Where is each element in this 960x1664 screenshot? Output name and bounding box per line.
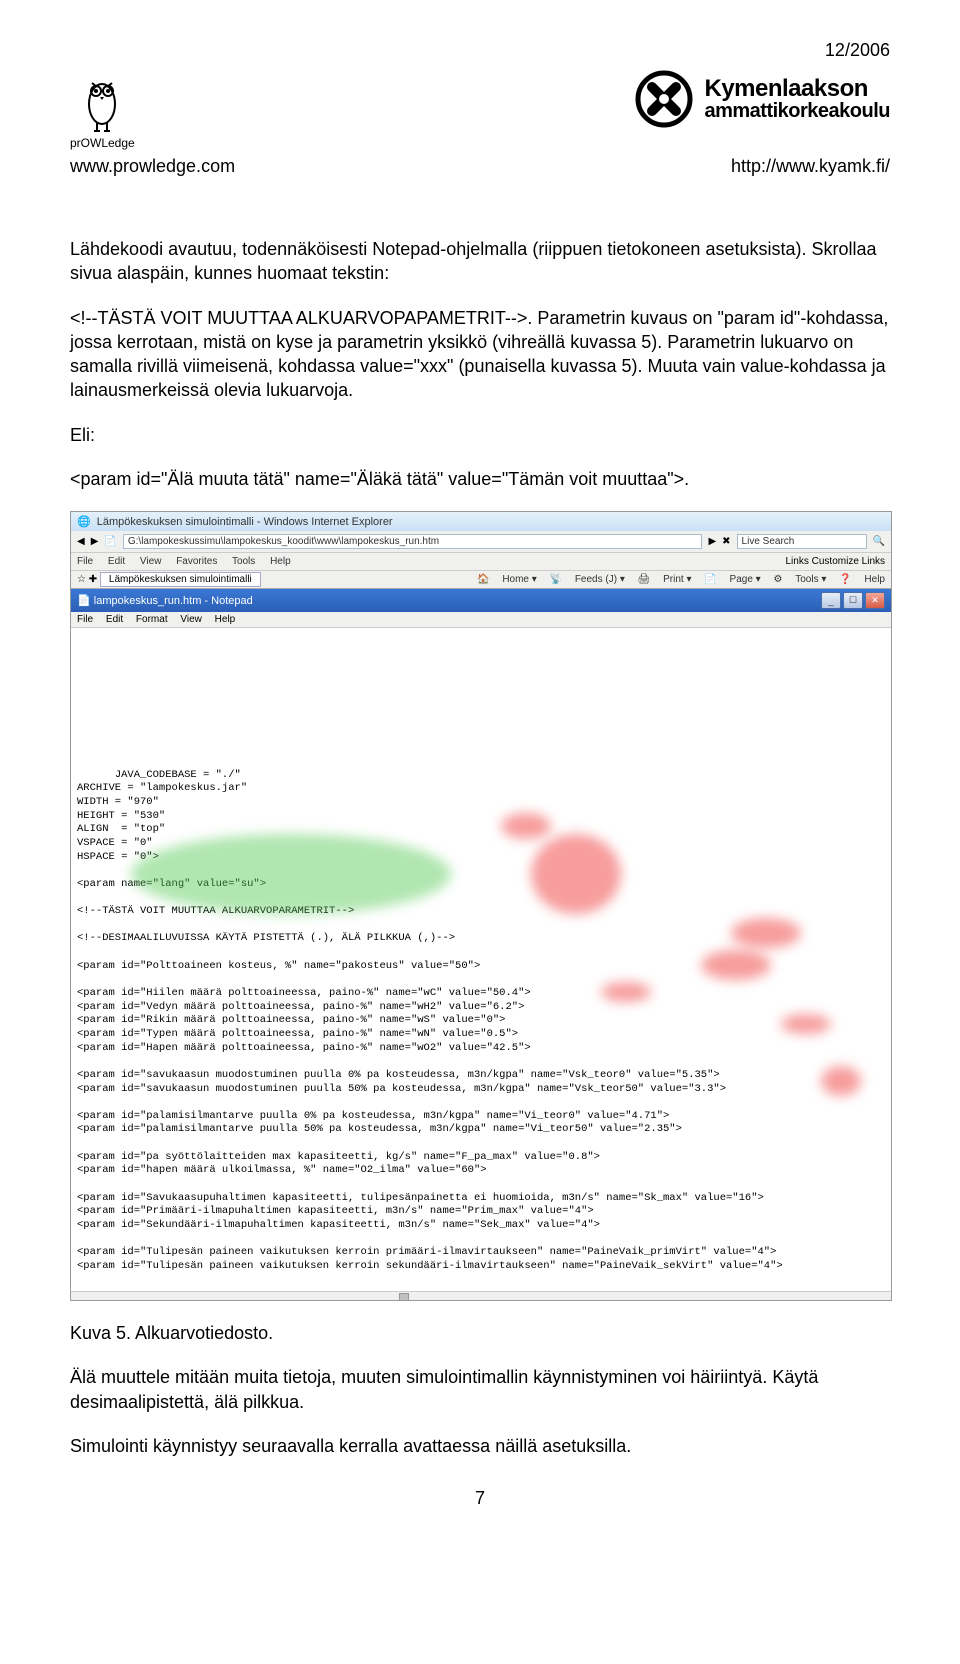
np-menu-view[interactable]: View xyxy=(180,614,202,625)
menu-favorites[interactable]: Favorites xyxy=(176,556,217,567)
page-number: 7 xyxy=(70,1488,890,1509)
kymenlaakso-title: Kymenlaakson xyxy=(704,77,890,101)
ie-toolbar: ☆ ✚ Lämpökeskuksen simulointimalli 🏠 Hom… xyxy=(71,571,891,589)
url-row: www.prowledge.com http://www.kyamk.fi/ xyxy=(70,156,890,177)
horizontal-scrollbar[interactable] xyxy=(71,1291,891,1300)
paragraph-1: Lähdekoodi avautuu, todennäköisesti Note… xyxy=(70,237,890,286)
print-button[interactable]: 🖨 Print ▾ xyxy=(638,574,692,585)
search-icon[interactable]: 🔍 xyxy=(873,536,885,547)
date-header: 12/2006 xyxy=(70,40,890,61)
address-input[interactable]: G:\lampokeskussimu\lampokeskus_koodit\ww… xyxy=(123,534,703,549)
owl-icon xyxy=(77,69,127,134)
menu-tools[interactable]: Tools xyxy=(232,556,255,567)
notepad-icon: 📄 xyxy=(77,595,91,607)
paragraph-5: Simulointi käynnistyy seuraavalla kerral… xyxy=(70,1434,890,1458)
np-menu-edit[interactable]: Edit xyxy=(106,614,123,625)
browser-tab[interactable]: Lämpökeskuksen simulointimalli xyxy=(100,572,261,587)
paragraph-eli: Eli: xyxy=(70,423,890,447)
paragraph-4: Älä muuttele mitään muita tietoja, muute… xyxy=(70,1365,890,1414)
star-icon[interactable]: ☆ xyxy=(77,574,86,585)
menu-file[interactable]: File xyxy=(77,556,93,567)
prowledge-brand: prOWLedge xyxy=(70,136,135,150)
kymenlaakso-subtitle: ammattikorkeakoulu xyxy=(704,101,890,121)
search-input[interactable]: Live Search xyxy=(737,534,867,549)
home-button[interactable]: 🏠 Home ▾ xyxy=(477,574,537,585)
add-fav-icon[interactable]: ✚ xyxy=(89,574,97,585)
paragraph-2: <!--TÄSTÄ VOIT MUUTTAA ALKUARVOPAPAMETRI… xyxy=(70,306,890,403)
help-button[interactable]: ❓ Help xyxy=(839,574,885,585)
menu-edit[interactable]: Edit xyxy=(108,556,125,567)
go-icon[interactable]: ▶ xyxy=(708,536,716,547)
code-text: JAVA_CODEBASE = "./" ARCHIVE = "lampokes… xyxy=(77,769,783,1272)
customize-links[interactable]: Customize Links xyxy=(812,556,885,567)
forward-icon[interactable]: ▶ xyxy=(91,536,99,547)
ie-window-title: Lämpökeskuksen simulointimalli - Windows… xyxy=(97,516,393,528)
np-menu-file[interactable]: File xyxy=(77,614,93,625)
ie-title-bar: 🌐 Lämpökeskuksen simulointimalli - Windo… xyxy=(71,512,891,531)
screenshot-figure: 🌐 Lämpökeskuksen simulointimalli - Windo… xyxy=(70,511,892,1301)
ie-icon: 🌐 xyxy=(77,515,91,528)
tools-button[interactable]: ⚙ Tools ▾ xyxy=(773,574,826,585)
close-button[interactable]: ✕ xyxy=(865,592,885,609)
maximize-button[interactable]: ☐ xyxy=(843,592,863,609)
menu-view[interactable]: View xyxy=(140,556,162,567)
ie-menu-bar: File Edit View Favorites Tools Help Link… xyxy=(71,553,891,571)
ie-address-bar: ◀ ▶ 📄 G:\lampokeskussimu\lampokeskus_koo… xyxy=(71,531,891,553)
figure-caption: Kuva 5. Alkuarvotiedosto. xyxy=(70,1321,890,1345)
feeds-button[interactable]: 📡 Feeds (J) ▾ xyxy=(550,574,625,585)
np-menu-format[interactable]: Format xyxy=(136,614,168,625)
left-url: www.prowledge.com xyxy=(70,156,235,177)
notepad-title-text: lampokeskus_run.htm - Notepad xyxy=(94,595,253,607)
notepad-title-bar: 📄 lampokeskus_run.htm - Notepad _ ☐ ✕ xyxy=(71,589,891,612)
right-url: http://www.kyamk.fi/ xyxy=(731,156,890,177)
links-label: Links xyxy=(786,556,809,567)
back-icon[interactable]: ◀ xyxy=(77,536,85,547)
page-button[interactable]: 📄 Page ▾ xyxy=(704,574,760,585)
scroll-thumb[interactable] xyxy=(399,1293,409,1301)
notepad-menu-bar: File Edit Format View Help xyxy=(71,612,891,628)
menu-help[interactable]: Help xyxy=(270,556,291,567)
left-logo-block: prOWLedge xyxy=(70,69,135,150)
np-menu-help[interactable]: Help xyxy=(215,614,236,625)
paragraph-3: <param id="Älä muuta tätä" name="Äläkä t… xyxy=(70,467,890,491)
right-logo-block: Kymenlaakson ammattikorkeakoulu xyxy=(634,69,890,129)
kymenlaakso-icon xyxy=(634,69,694,129)
folder-icon: 📄 xyxy=(104,536,116,547)
minimize-button[interactable]: _ xyxy=(821,592,841,609)
code-content[interactable]: JAVA_CODEBASE = "./" ARCHIVE = "lampokes… xyxy=(71,628,891,1291)
header-row: prOWLedge Kymenlaakson ammattikorkeakoul… xyxy=(70,69,890,150)
refresh-icon[interactable]: ✖ xyxy=(722,536,730,547)
